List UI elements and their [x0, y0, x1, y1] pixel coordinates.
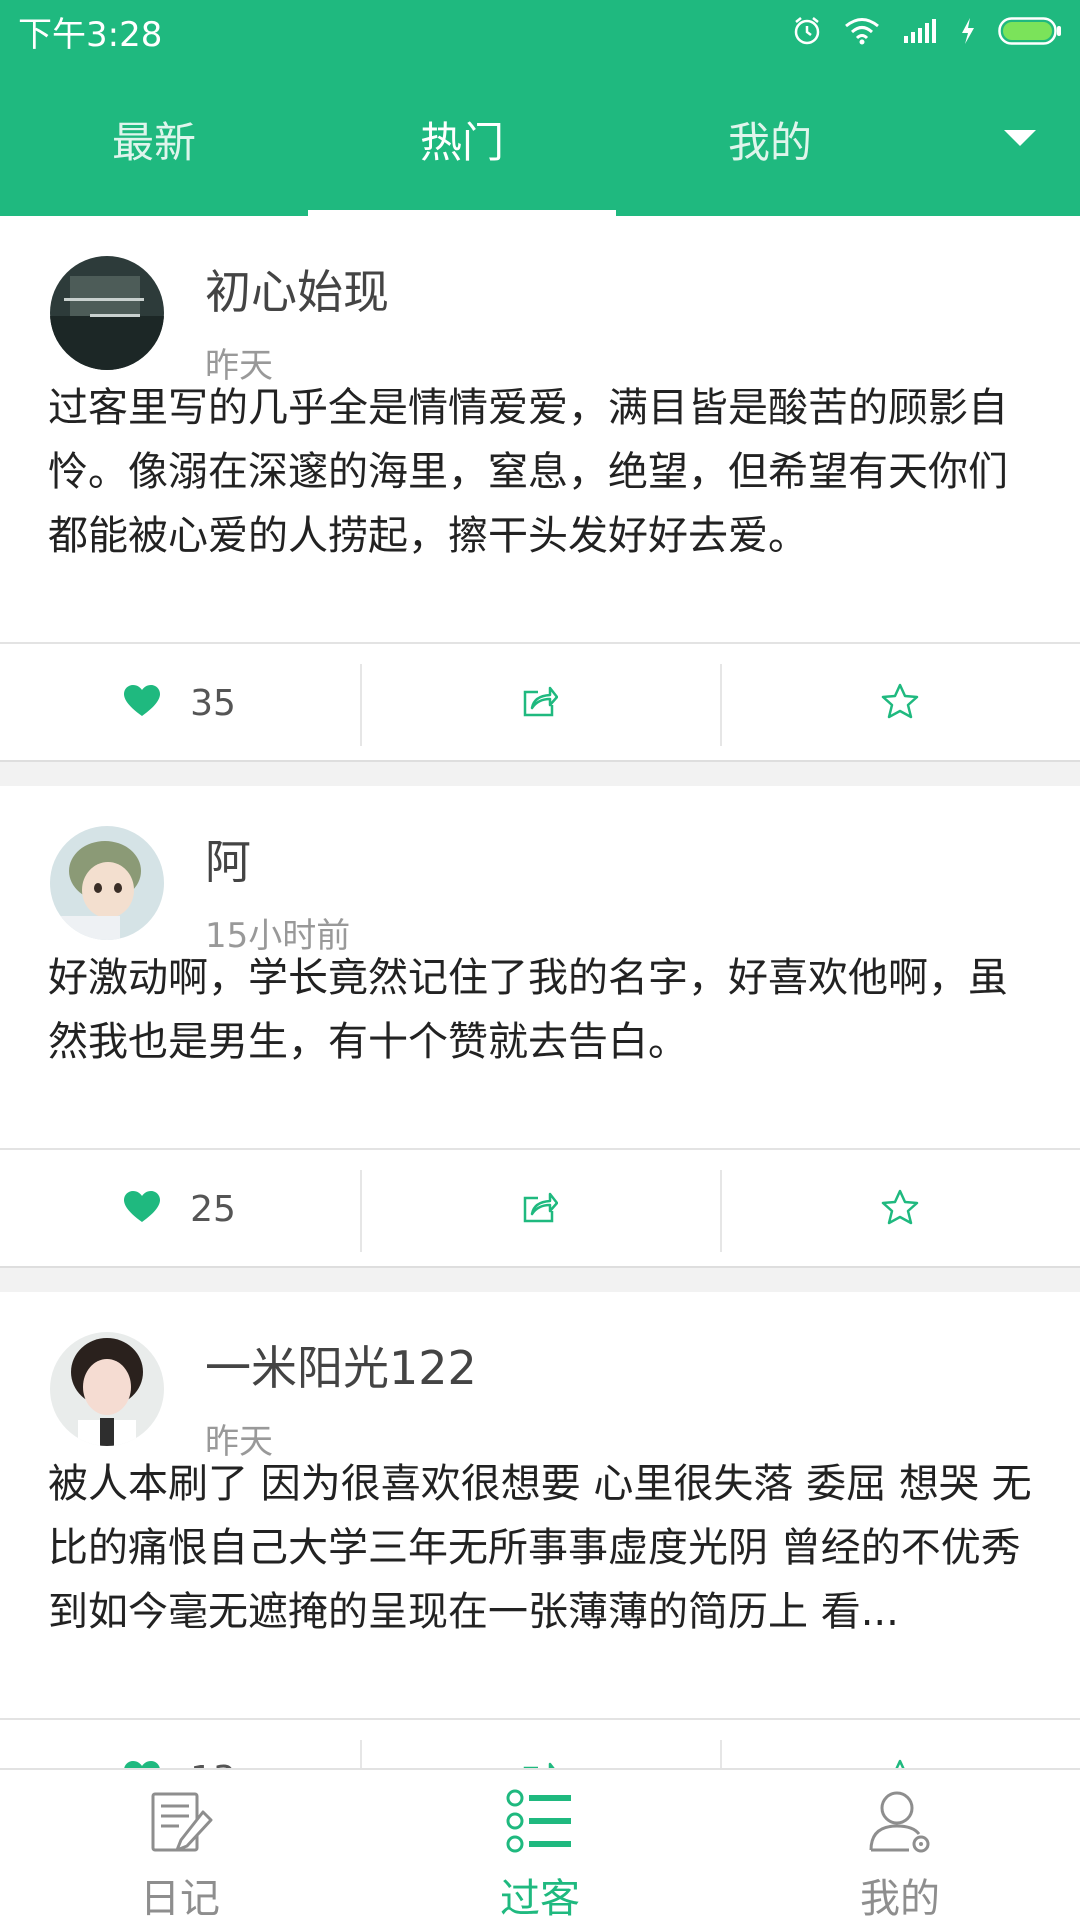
- status-icons: [792, 16, 1062, 46]
- post-feed[interactable]: 初心始现 昨天 过客里写的几乎全是情情爱爱，满目皆是酸苦的顾影自怜。像溺在深邃的…: [0, 216, 1080, 1768]
- post-card[interactable]: 一米阳光122 昨天 被人本刷了 因为很喜欢很想要 心里很失落 委屈 想哭 无比…: [0, 1292, 1080, 1768]
- star-icon: [881, 683, 919, 723]
- nav-label: 日记: [140, 1876, 220, 1920]
- nav-label: 我的: [860, 1876, 940, 1920]
- app-screen: 下午3:28 最新 热门 我的 初心始现 昨天 过客里写的几乎全是情情爱爱，满目…: [0, 0, 1080, 1920]
- post-header: 一米阳光122 昨天: [0, 1292, 1080, 1462]
- like-count: 13: [190, 1759, 236, 1769]
- post-card[interactable]: 阿 15小时前 好激动啊，学长竟然记住了我的名字，好喜欢他啊，虽然我也是男生，有…: [0, 786, 1080, 1268]
- favorite-button[interactable]: [720, 1150, 1080, 1268]
- tab-hot[interactable]: 热门: [308, 62, 616, 216]
- nav-visitors[interactable]: 过客: [360, 1770, 720, 1920]
- username[interactable]: 初心始现: [205, 256, 389, 322]
- list-icon: [505, 1788, 575, 1858]
- post-actions: 35: [0, 644, 1080, 762]
- diary-icon: [145, 1788, 215, 1858]
- wifi-icon: [844, 17, 880, 45]
- alarm-icon: [792, 16, 822, 46]
- nav-diary[interactable]: 日记: [0, 1770, 360, 1920]
- like-button[interactable]: 25: [0, 1150, 360, 1268]
- heart-icon: [124, 685, 161, 721]
- post-card[interactable]: 初心始现 昨天 过客里写的几乎全是情情爱爱，满目皆是酸苦的顾影自怜。像溺在深邃的…: [0, 216, 1080, 762]
- like-count: 25: [190, 1188, 236, 1230]
- status-bar: 下午3:28: [0, 0, 1080, 62]
- avatar[interactable]: [50, 256, 164, 370]
- post-content[interactable]: 被人本刷了 因为很喜欢很想要 心里很失落 委屈 想哭 无比的痛恨自己大学三年无所…: [48, 1452, 1032, 1644]
- share-icon: [522, 684, 559, 722]
- status-time: 下午3:28: [18, 14, 163, 55]
- dropdown-arrow-icon[interactable]: [960, 62, 1080, 216]
- like-button[interactable]: 13: [0, 1720, 360, 1768]
- top-tabs: 最新 热门 我的: [0, 62, 1080, 216]
- username[interactable]: 一米阳光122: [205, 1332, 477, 1398]
- star-icon: [881, 1189, 919, 1229]
- heart-icon: [124, 1191, 161, 1227]
- like-count: 35: [190, 682, 236, 724]
- favorite-button[interactable]: [720, 644, 1080, 762]
- tab-latest[interactable]: 最新: [0, 62, 308, 216]
- share-button[interactable]: [360, 644, 720, 762]
- signal-icon: [902, 18, 938, 44]
- nav-profile[interactable]: 我的: [720, 1770, 1080, 1920]
- post-header: 阿 15小时前: [0, 786, 1080, 956]
- favorite-button[interactable]: [720, 1720, 1080, 1768]
- post-header: 初心始现 昨天: [0, 216, 1080, 386]
- share-button[interactable]: [360, 1150, 720, 1268]
- battery-icon: [998, 17, 1062, 45]
- post-actions: 13: [0, 1720, 1080, 1768]
- post-actions: 25: [0, 1150, 1080, 1268]
- avatar[interactable]: [50, 826, 164, 940]
- star-icon: [881, 1759, 919, 1768]
- profile-settings-icon: [865, 1788, 935, 1858]
- like-button[interactable]: 35: [0, 644, 360, 762]
- bottom-nav: 日记 过客 我的: [0, 1768, 1080, 1920]
- avatar[interactable]: [50, 1332, 164, 1446]
- header: 下午3:28 最新 热门 我的: [0, 0, 1080, 216]
- share-button[interactable]: [360, 1720, 720, 1768]
- post-content[interactable]: 好激动啊，学长竟然记住了我的名字，好喜欢他啊，虽然我也是男生，有十个赞就去告白。: [48, 946, 1032, 1074]
- post-content[interactable]: 过客里写的几乎全是情情爱爱，满目皆是酸苦的顾影自怜。像溺在深邃的海里，窒息，绝望…: [48, 376, 1032, 568]
- share-icon: [522, 1760, 558, 1768]
- charging-icon: [960, 17, 976, 45]
- tab-mine[interactable]: 我的: [616, 62, 924, 216]
- nav-label: 过客: [500, 1876, 580, 1920]
- username[interactable]: 阿: [205, 826, 251, 892]
- share-icon: [522, 1190, 559, 1228]
- heart-icon: [124, 1761, 160, 1768]
